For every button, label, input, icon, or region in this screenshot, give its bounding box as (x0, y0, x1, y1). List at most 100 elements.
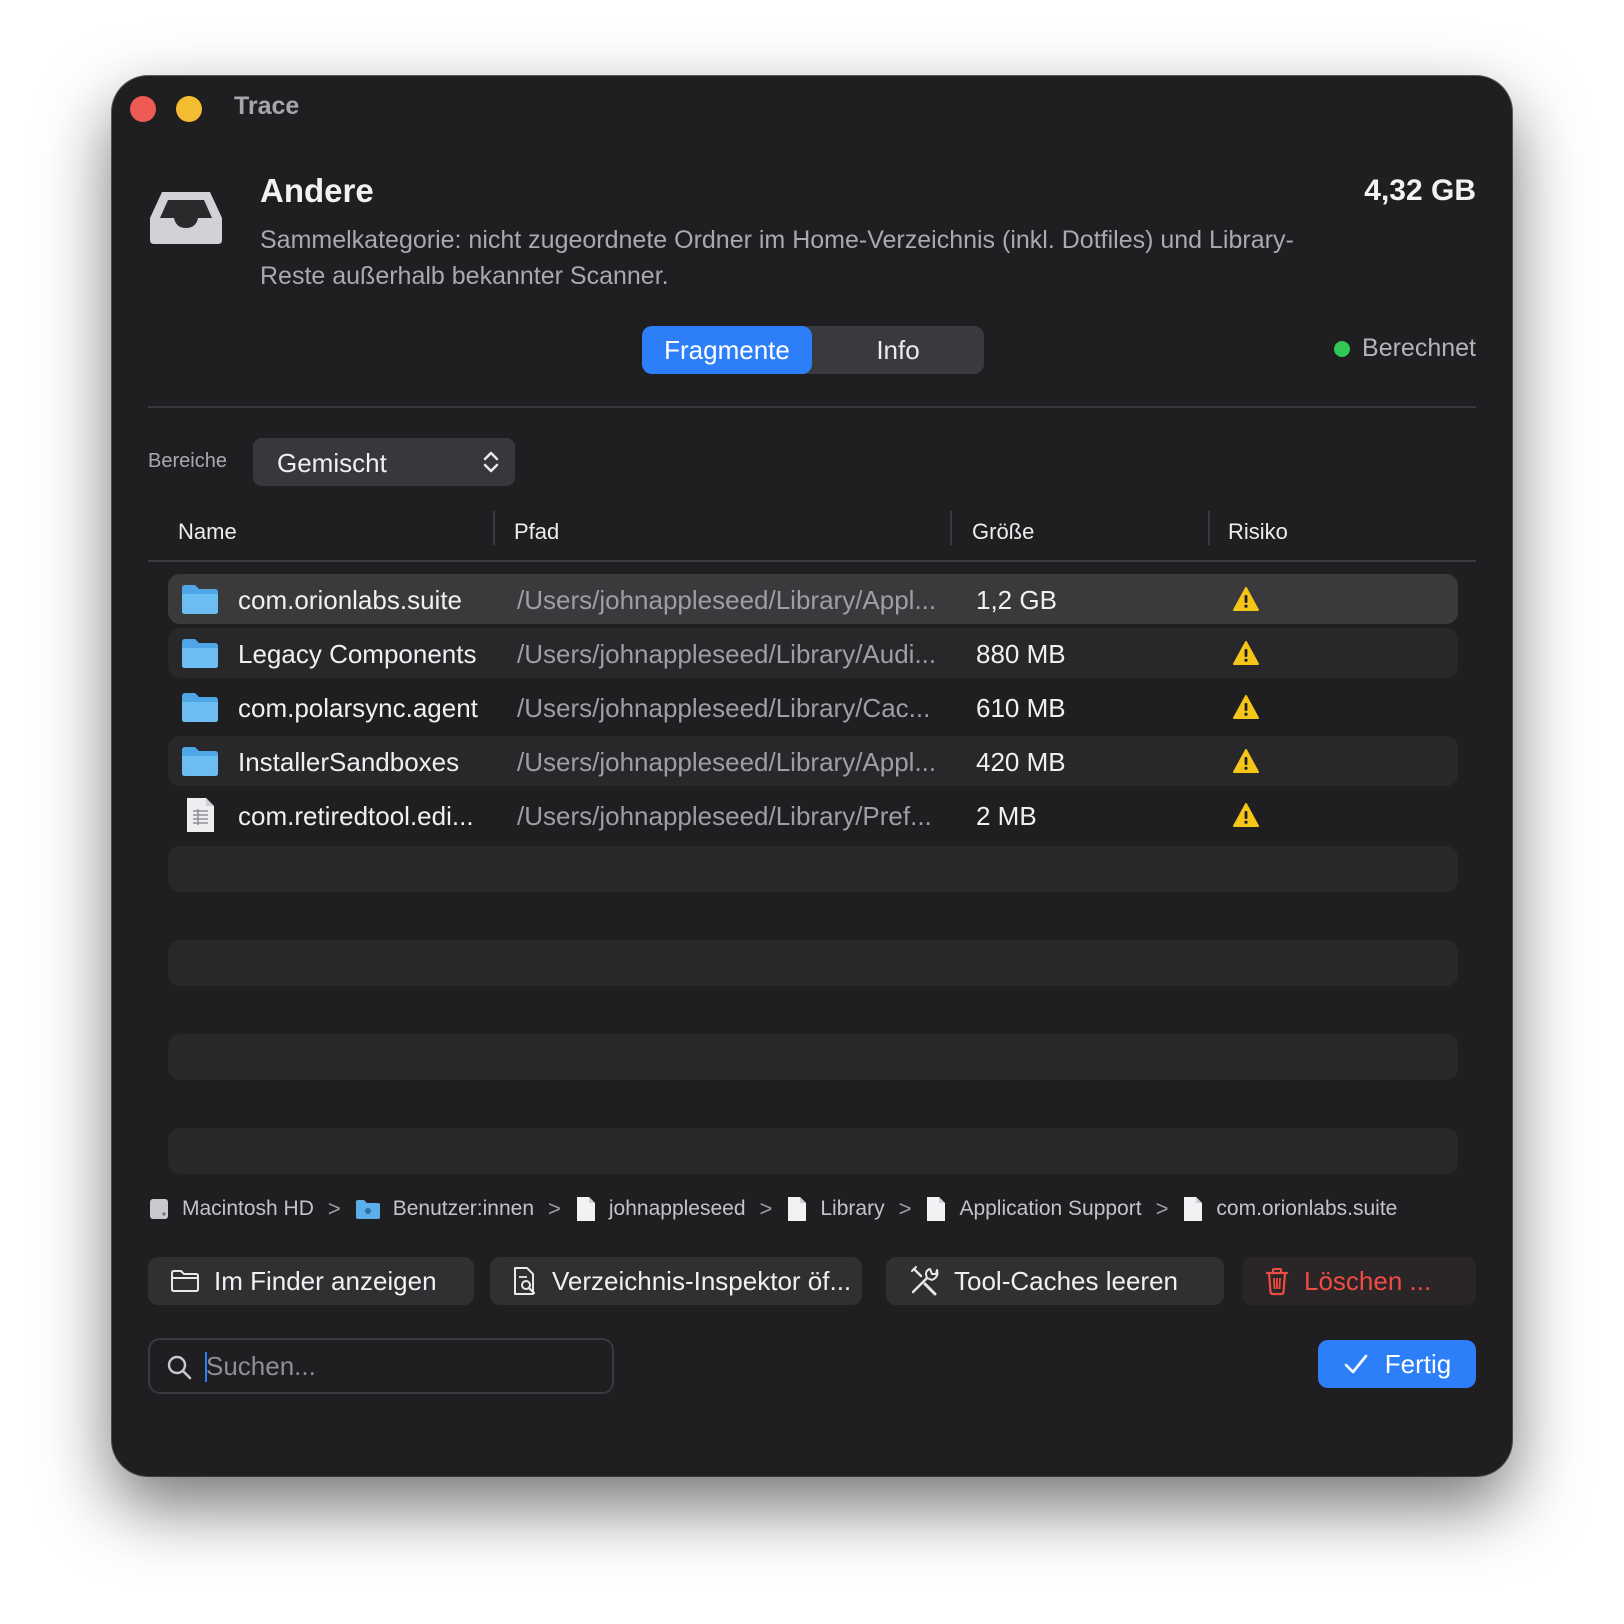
row-path: /Users/johnappleseed/Library/Audi... (517, 639, 937, 669)
row-name: com.retiredtool.edi... (238, 801, 474, 831)
column-separator[interactable] (493, 511, 495, 545)
chevron-up-down-icon (481, 449, 501, 480)
search-field[interactable] (148, 1338, 614, 1394)
category-title: Andere (260, 172, 374, 209)
breadcrumb-label: Library (820, 1197, 885, 1220)
row-name: com.orionlabs.suite (238, 585, 462, 615)
open-directory-inspector-label: Verzeichnis-Inspektor öf... (552, 1265, 852, 1296)
column-separator[interactable] (950, 511, 952, 545)
chevron-right-icon: > (327, 1196, 341, 1221)
breadcrumb-item[interactable]: Benutzer:innen (355, 1197, 534, 1221)
row-path: /Users/johnappleseed/Library/Appl... (517, 747, 937, 777)
clear-tool-caches-label: Tool-Caches leeren (954, 1265, 1179, 1296)
row-name: com.polarsync.agent (238, 693, 478, 723)
tab-fragmente[interactable]: Fragmente (642, 326, 812, 374)
row-size: 1,2 GB (976, 585, 1057, 615)
document-icon (184, 796, 216, 839)
empty-row (168, 1034, 1458, 1080)
trace-window: Trace Andere Sammelkategorie: nicht zuge… (112, 76, 1512, 1476)
chevron-right-icon: > (1155, 1196, 1169, 1221)
table-header-line (148, 560, 1476, 562)
warning-icon (1232, 694, 1260, 725)
search-input[interactable] (204, 1348, 598, 1384)
folder-icon (355, 1200, 380, 1219)
empty-row (168, 940, 1458, 986)
empty-row (168, 1128, 1458, 1174)
folder-icon (180, 582, 220, 621)
status-label: Berechnet (1362, 334, 1476, 362)
range-select[interactable]: Gemischt (253, 438, 515, 486)
document-icon (927, 1197, 946, 1221)
warning-icon (1232, 802, 1260, 833)
category-size: 4,32 GB (1364, 174, 1476, 207)
column-header-path[interactable]: Pfad (514, 519, 559, 545)
checkmark-icon (1344, 1354, 1368, 1374)
delete-label: Löschen ... (1304, 1265, 1432, 1296)
view-segmented-control: Fragmente Info (642, 326, 984, 374)
row-name: Legacy Components (238, 639, 477, 669)
status-indicator: Berechnet (1334, 334, 1476, 363)
column-header-name[interactable]: Name (178, 519, 237, 545)
document-icon (576, 1197, 595, 1221)
breadcrumb-label: Macintosh HD (182, 1197, 314, 1220)
table-row[interactable]: com.polarsync.agent /Users/johnappleseed… (168, 682, 1458, 732)
disk-icon (150, 1199, 168, 1219)
status-dot (1334, 340, 1351, 357)
search-icon (167, 1355, 192, 1380)
table-row[interactable]: InstallerSandboxes /Users/johnappleseed/… (168, 736, 1458, 786)
warning-icon (1232, 640, 1260, 671)
window-title: Trace (234, 92, 300, 120)
row-path: /Users/johnappleseed/Library/Appl... (517, 585, 937, 615)
tab-info[interactable]: Info (812, 326, 984, 374)
chevron-right-icon: > (548, 1196, 561, 1221)
open-directory-inspector-button[interactable]: Verzeichnis-Inspektor öf... (490, 1257, 862, 1305)
chevron-right-icon: > (898, 1196, 912, 1221)
range-label: Bereiche (148, 450, 227, 472)
row-size: 880 MB (976, 639, 1066, 669)
table-row[interactable]: com.orionlabs.suite /Users/johnappleseed… (168, 574, 1458, 624)
row-name: InstallerSandboxes (238, 747, 460, 777)
column-separator[interactable] (1208, 511, 1210, 545)
tray-icon (148, 188, 224, 251)
breadcrumb: Macintosh HD > Benutzer:innen > johnappl… (148, 1196, 1397, 1222)
breadcrumb-item[interactable]: johnappleseed (575, 1196, 746, 1222)
breadcrumb-item[interactable]: Application Support (925, 1196, 1142, 1222)
show-in-finder-button[interactable]: Im Finder anzeigen (148, 1257, 474, 1305)
clear-tool-caches-button[interactable]: Tool-Caches leeren (886, 1257, 1224, 1305)
minimize-window-button[interactable] (176, 96, 202, 122)
header-divider (148, 406, 1476, 408)
show-in-finder-label: Im Finder anzeigen (214, 1265, 437, 1296)
document-icon (1184, 1197, 1203, 1221)
text-caret (205, 1352, 207, 1382)
close-window-button[interactable] (130, 96, 156, 122)
folder-icon (180, 744, 220, 783)
document-search-icon (514, 1267, 536, 1295)
table-row[interactable]: com.retiredtool.edi... /Users/johnapples… (168, 790, 1458, 840)
folder-icon (180, 690, 220, 729)
empty-row (168, 846, 1458, 892)
warning-icon (1232, 748, 1260, 779)
column-header-size[interactable]: Größe (972, 519, 1034, 545)
row-path: /Users/johnappleseed/Library/Cac... (517, 693, 931, 723)
trash-icon (1265, 1268, 1289, 1296)
category-description: Sammelkategorie: nicht zugeordnete Ordne… (260, 226, 1294, 290)
breadcrumb-item[interactable]: Macintosh HD (148, 1197, 314, 1221)
breadcrumb-label: Application Support (959, 1197, 1142, 1220)
tools-icon (911, 1266, 939, 1296)
done-button[interactable]: Fertig (1318, 1340, 1476, 1388)
folder-icon (171, 1270, 199, 1292)
delete-button[interactable]: Löschen ... (1242, 1257, 1476, 1305)
breadcrumb-label: Benutzer:innen (392, 1197, 535, 1220)
column-header-risk[interactable]: Risiko (1228, 519, 1288, 545)
row-path: /Users/johnappleseed/Library/Pref... (517, 801, 932, 831)
done-label: Fertig (1384, 1348, 1452, 1379)
row-size: 2 MB (976, 801, 1037, 831)
document-icon (788, 1197, 807, 1221)
folder-icon (180, 636, 220, 675)
breadcrumb-item[interactable]: Library (786, 1196, 885, 1222)
table-row[interactable]: Legacy Components /Users/johnappleseed/L… (168, 628, 1458, 678)
breadcrumb-item[interactable]: com.orionlabs.suite (1182, 1196, 1397, 1222)
range-value: Gemischt (277, 448, 387, 478)
warning-icon (1232, 586, 1260, 617)
breadcrumb-label: johnappleseed (608, 1197, 746, 1220)
